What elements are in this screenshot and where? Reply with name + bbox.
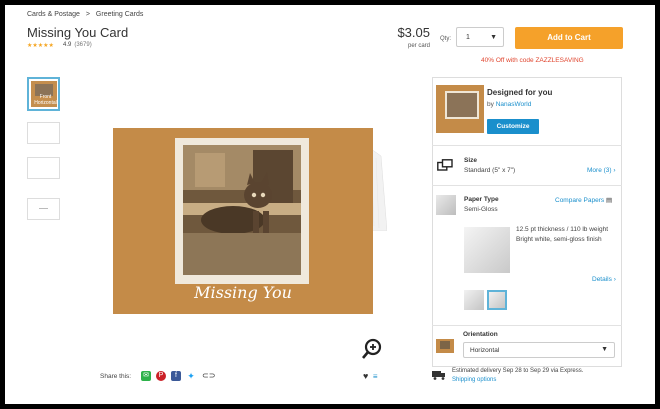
share-label: Share this: — [100, 373, 132, 380]
email-icon[interactable]: ✉ — [141, 371, 151, 381]
thumbnail-inside[interactable] — [27, 122, 60, 144]
delivery-estimate: Estimated delivery Sep 28 to Sep 29 via … — [452, 368, 584, 374]
breadcrumb-item-greeting-cards[interactable]: Greeting Cards — [96, 11, 143, 18]
rating-summary[interactable]: 4.9 (3679) — [63, 42, 92, 48]
thumbnail-envelope[interactable] — [27, 198, 60, 220]
designer-thumbnail — [436, 85, 484, 133]
add-to-cart-button[interactable]: Add to Cart — [515, 27, 623, 49]
paper-thickness: 12.5 pt thickness / 110 lb weight — [516, 226, 609, 233]
paper-finish: Bright white, semi-gloss finish — [516, 236, 602, 243]
designed-by-prefix: by — [487, 101, 494, 108]
heart-icon[interactable]: ♥ — [363, 371, 368, 381]
quantity-value: 1 — [466, 34, 470, 41]
favorites-area: ♥ ≡ — [363, 371, 378, 381]
review-count: (3679) — [74, 42, 92, 48]
thumbnail-label: Front Horizontal — [34, 94, 57, 106]
chevron-down-icon: ▼ — [490, 34, 497, 41]
orientation-thumbnail — [436, 339, 454, 353]
add-to-list-icon[interactable]: ≡ — [373, 372, 378, 381]
chevron-right-icon: › — [613, 167, 616, 174]
paper-type-label: Paper Type — [464, 196, 499, 203]
chevron-down-icon: ▼ — [601, 346, 608, 353]
quantity-select[interactable]: 1 ▼ — [456, 27, 504, 47]
size-icon — [437, 159, 453, 171]
divider — [432, 325, 622, 326]
paper-option-swatch-selected[interactable] — [487, 290, 507, 310]
product-page: Cards & Postage > Greeting Cards Missing… — [5, 5, 655, 404]
breadcrumb: Cards & Postage > Greeting Cards — [27, 11, 147, 18]
divider — [432, 145, 622, 146]
rating-value: 4.9 — [63, 42, 72, 48]
compare-icon: ▤ — [605, 197, 613, 204]
size-label: Size — [464, 157, 478, 164]
size-value: Standard (5" x 7") — [464, 167, 516, 174]
paper-option-swatch[interactable] — [464, 290, 484, 310]
truck-icon — [432, 371, 445, 380]
card-photo-kitten — [183, 145, 301, 275]
size-more-label: More (3) — [587, 167, 612, 174]
breadcrumb-separator: > — [85, 11, 90, 18]
promo-text: 40% Off with code ZAZZLESAVING — [481, 57, 584, 64]
thumbnail-front[interactable]: Front Horizontal — [27, 77, 60, 111]
orientation-value: Horizontal — [470, 347, 500, 354]
breadcrumb-item-cards-postage[interactable]: Cards & Postage — [27, 11, 80, 18]
paper-details-label: Details — [592, 276, 612, 283]
thumbnail-image: Front Horizontal — [31, 81, 57, 107]
pinterest-icon[interactable]: P — [156, 371, 166, 381]
customize-button[interactable]: Customize — [487, 119, 539, 134]
price-unit: per card — [407, 43, 430, 49]
compare-papers-link[interactable]: Compare Papers ▤ — [555, 196, 612, 204]
zoom-in-icon[interactable] — [361, 338, 383, 360]
chevron-right-icon: › — [613, 276, 616, 283]
designed-title: Designed for you — [487, 88, 553, 97]
paper-swatch — [436, 195, 456, 215]
facebook-icon[interactable]: f — [171, 371, 181, 381]
shipping-options-link[interactable]: Shipping options — [452, 377, 496, 383]
paper-description: 12.5 pt thickness / 110 lb weight Bright… — [516, 225, 620, 245]
quantity-label: Qty: — [440, 36, 452, 42]
size-more-link[interactable]: More (3) › — [587, 167, 616, 174]
thumbnail-back[interactable] — [27, 157, 60, 179]
rating-stars-icon[interactable]: ★★★★★ — [27, 42, 54, 49]
orientation-label: Orientation — [463, 331, 498, 338]
product-title: Missing You Card — [27, 25, 129, 40]
designed-by: by NanasWorld — [487, 101, 531, 108]
designer-link[interactable]: NanasWorld — [496, 101, 532, 108]
compare-papers-label: Compare Papers — [555, 197, 605, 204]
link-icon[interactable]: ⊂⊃ — [202, 371, 215, 381]
paper-type-value: Semi-Gloss — [464, 206, 498, 213]
price: $3.05 — [397, 25, 430, 40]
orientation-select[interactable]: Horizontal ▼ — [463, 342, 615, 358]
paper-details-link[interactable]: Details › — [592, 276, 616, 283]
twitter-icon[interactable]: ✦ — [186, 371, 196, 381]
divider — [432, 185, 622, 186]
card-message: Missing You — [194, 283, 292, 302]
paper-preview — [464, 227, 510, 273]
